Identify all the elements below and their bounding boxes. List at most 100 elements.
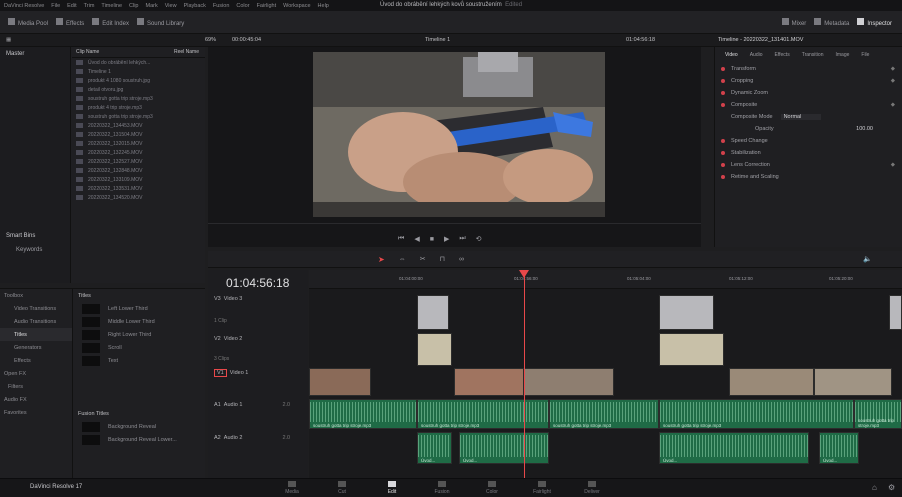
category-audio-transitions[interactable]: Audio Transitions: [0, 315, 72, 328]
smart-bins-header[interactable]: Smart Bins: [6, 233, 35, 239]
video-clip[interactable]: [659, 295, 714, 330]
sound-library-toggle[interactable]: Sound Library: [136, 17, 184, 27]
menu-playback[interactable]: Playback: [184, 3, 206, 9]
tab-video[interactable]: Video: [725, 52, 738, 58]
page-tab-media[interactable]: Media: [280, 481, 304, 495]
favorites-header[interactable]: Favorites: [0, 406, 72, 419]
video-clip[interactable]: [417, 333, 452, 366]
list-item[interactable]: Text: [74, 354, 205, 367]
page-tab-edit[interactable]: Edit: [380, 481, 404, 495]
category-generators[interactable]: Generators: [0, 341, 72, 354]
first-frame-icon[interactable]: ⏮: [398, 235, 404, 243]
smart-bin-keywords[interactable]: Keywords: [16, 247, 42, 253]
section-retime-scaling[interactable]: Retime and Scaling: [715, 171, 902, 183]
page-tab-fairlight[interactable]: Fairlight: [530, 481, 554, 495]
bin-master[interactable]: Master: [0, 47, 70, 61]
video-clip[interactable]: [524, 368, 614, 396]
menu-edit[interactable]: Edit: [67, 3, 76, 9]
track-v2-label[interactable]: V2 Video 2: [214, 336, 242, 342]
category-titles[interactable]: Titles: [0, 328, 72, 341]
list-item[interactable]: Úvod do obrábění lehkých...: [72, 58, 205, 67]
list-view-icon[interactable]: ▦: [6, 37, 11, 43]
tab-transition[interactable]: Transition: [802, 52, 824, 58]
enable-dot-icon[interactable]: [721, 79, 725, 83]
home-icon[interactable]: ⌂: [872, 483, 877, 492]
menu-file[interactable]: File: [51, 3, 60, 9]
section-stabilization[interactable]: Stabilization: [715, 147, 902, 159]
list-item[interactable]: Middle Lower Third: [74, 315, 205, 328]
section-dynamic-zoom[interactable]: Dynamic Zoom: [715, 87, 902, 99]
list-item[interactable]: 20220322_132015.MOV: [72, 139, 205, 148]
audio-clip[interactable]: Úvod...: [659, 432, 809, 464]
audio-clip[interactable]: Úvod...: [819, 432, 859, 464]
play-icon[interactable]: ▶: [444, 235, 449, 243]
list-item[interactable]: produkt 4 trip stroje.mp3: [72, 103, 205, 112]
page-tab-fusion[interactable]: Fusion: [430, 481, 454, 495]
timeline-ruler[interactable]: 01:04:00:00 01:04:56:00 01:05:04:00 01:0…: [309, 270, 902, 289]
section-composite[interactable]: Composite ◆: [715, 99, 902, 111]
menu-color[interactable]: Color: [236, 3, 249, 9]
video-clip[interactable]: [454, 368, 524, 396]
track-a1-label[interactable]: A1 Audio 1 2.0: [214, 402, 290, 408]
list-item[interactable]: soustruh gotta trip stroje.mp3: [72, 94, 205, 103]
audio-clip[interactable]: soustruh gotta trip stroje.mp3: [417, 399, 549, 429]
tab-file[interactable]: File: [861, 52, 869, 58]
enable-dot-icon[interactable]: [721, 163, 725, 167]
track-v3-label[interactable]: V3 Video 3: [214, 296, 242, 302]
playhead-handle[interactable]: [519, 270, 529, 278]
metadata-toggle[interactable]: Metadata: [814, 17, 849, 27]
category-video-transitions[interactable]: Video Transitions: [0, 302, 72, 315]
video-clip[interactable]: [417, 295, 449, 330]
toolbox-header[interactable]: Toolbox: [0, 289, 72, 302]
list-item[interactable]: 20220322_132527.MOV: [72, 157, 205, 166]
section-transform[interactable]: Transform ◆: [715, 63, 902, 75]
video-clip[interactable]: [729, 368, 814, 396]
enable-dot-icon[interactable]: [721, 103, 725, 107]
reel-name-header[interactable]: Reel Name: [174, 49, 199, 55]
list-item[interactable]: soustruh gotta trip stroje.mp3: [72, 112, 205, 121]
selection-tool-icon[interactable]: ➤: [378, 255, 385, 264]
menu-clip[interactable]: Clip: [129, 3, 138, 9]
openfx-header[interactable]: Open FX: [0, 367, 72, 380]
tab-image[interactable]: Image: [835, 52, 849, 58]
video-clip[interactable]: [889, 295, 902, 330]
list-item[interactable]: 20220322_134520.MOV: [72, 193, 205, 202]
composite-mode-select[interactable]: Normal: [780, 114, 822, 120]
menu-davinci[interactable]: DaVinci Resolve: [4, 3, 44, 9]
category-effects[interactable]: Effects: [0, 354, 72, 367]
video-clip[interactable]: [814, 368, 892, 396]
media-pool-toggle[interactable]: Media Pool: [8, 17, 48, 27]
clip-name-header[interactable]: Clip Name: [76, 49, 99, 55]
list-item[interactable]: 20220322_132245.MOV: [72, 148, 205, 157]
menu-timeline[interactable]: Timeline: [101, 3, 122, 9]
list-item[interactable]: 20220322_133531.MOV: [72, 184, 205, 193]
keyframe-icon[interactable]: ◆: [891, 78, 895, 84]
audio-clip[interactable]: Úvod...: [459, 432, 549, 464]
list-item[interactable]: detail otvoru.jpg: [72, 85, 205, 94]
mixer-toggle[interactable]: Mixer: [781, 17, 806, 27]
audio-clip[interactable]: soustruh gotta trip stroje.mp3: [659, 399, 854, 429]
viewer-video-frame[interactable]: [313, 52, 605, 217]
section-cropping[interactable]: Cropping ◆: [715, 75, 902, 87]
menu-workspace[interactable]: Workspace: [283, 3, 310, 9]
timeline-selector[interactable]: Timeline 1: [425, 37, 450, 43]
timeline-tracks[interactable]: 01:04:00:00 01:04:56:00 01:05:04:00 01:0…: [309, 270, 902, 478]
track-a2-label[interactable]: A2 Audio 2 2.0: [214, 435, 290, 441]
list-item[interactable]: 20220322_134453.MOV: [72, 121, 205, 130]
enable-dot-icon[interactable]: [721, 151, 725, 155]
audio-fx-header[interactable]: Audio FX: [0, 393, 72, 406]
menu-help[interactable]: Help: [318, 3, 329, 9]
menu-mark[interactable]: Mark: [146, 3, 158, 9]
enable-dot-icon[interactable]: [721, 175, 725, 179]
list-item[interactable]: Left Lower Third: [74, 302, 205, 315]
track-v1-label[interactable]: V1 Video 1: [214, 369, 248, 377]
viewer-scrubber[interactable]: [208, 223, 701, 234]
video-clip[interactable]: [309, 368, 371, 396]
page-tab-cut[interactable]: Cut: [330, 481, 354, 495]
inspector-toggle[interactable]: Inspector: [857, 17, 892, 27]
volume-icon[interactable]: 🔈: [863, 255, 872, 263]
zoom-level[interactable]: 69%: [205, 37, 216, 43]
trim-tool-icon[interactable]: ⇔: [399, 256, 406, 263]
linked-selection-icon[interactable]: ∞: [459, 256, 464, 263]
menu-fusion[interactable]: Fusion: [213, 3, 230, 9]
